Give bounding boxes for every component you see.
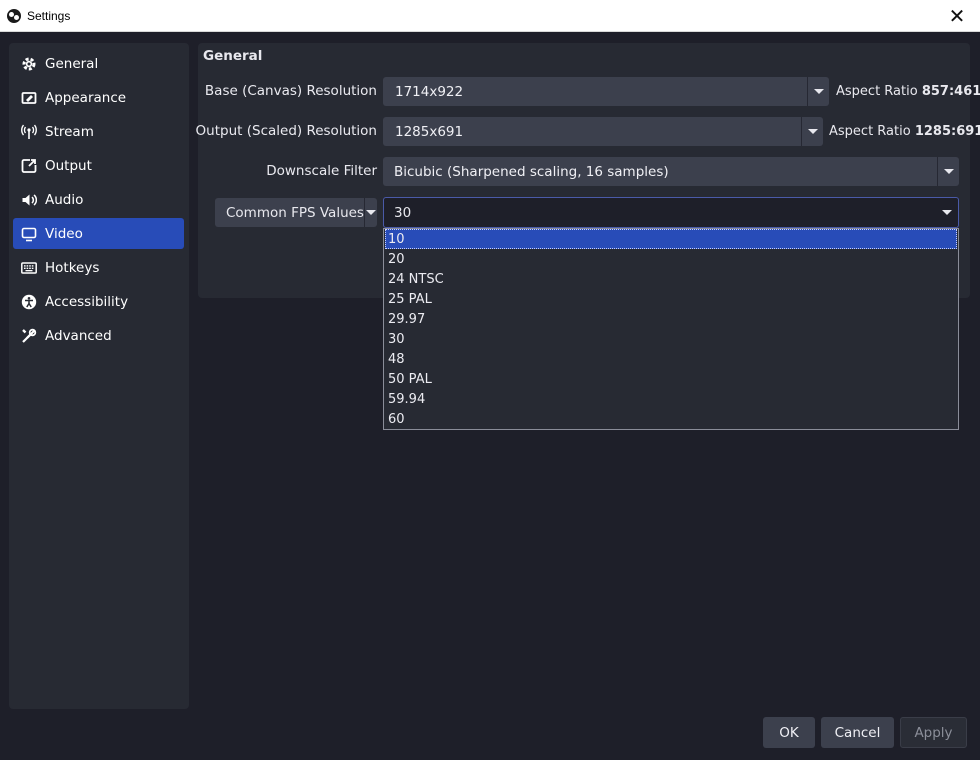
fps-dropdown-list: 10 20 24 NTSC 25 PAL 29.97 30 48 50 PAL … [383, 228, 959, 430]
chevron-down-icon[interactable] [363, 198, 377, 227]
sidebar-item-output[interactable]: Output [13, 150, 184, 181]
fps-option[interactable]: 10 [385, 229, 957, 249]
video-icon [21, 226, 37, 242]
window-title: Settings [27, 8, 71, 23]
base-resolution-combo[interactable]: 1714x922 [383, 77, 829, 106]
base-resolution-label: Base (Canvas) Resolution [204, 83, 377, 99]
chevron-down-icon[interactable] [807, 77, 829, 106]
sidebar-item-audio[interactable]: Audio [13, 184, 184, 215]
aspect-ratio-value: 857:461 [921, 84, 980, 99]
sidebar-item-label: Audio [45, 191, 84, 208]
keyboard-icon [21, 260, 37, 276]
downscale-filter-combo[interactable]: Bicubic (Sharpened scaling, 16 samples) [383, 157, 959, 186]
sidebar-item-label: General [45, 55, 99, 72]
fps-option[interactable]: 59.94 [385, 389, 957, 409]
audio-icon [21, 192, 37, 208]
sidebar-item-general[interactable]: General [13, 48, 184, 79]
sidebar-item-accessibility[interactable]: Accessibility [13, 286, 184, 317]
sidebar-item-stream[interactable]: Stream [13, 116, 184, 147]
fps-option[interactable]: 48 [385, 349, 957, 369]
accessibility-icon [21, 294, 37, 310]
fps-type-value: Common FPS Values [226, 204, 364, 221]
sidebar-item-label: Hotkeys [45, 259, 100, 276]
base-resolution-value: 1714x922 [395, 83, 464, 100]
fps-option[interactable]: 50 PAL [385, 369, 957, 389]
obs-logo-icon [7, 8, 21, 23]
tools-icon [21, 328, 37, 344]
gear-icon [21, 56, 37, 72]
fps-value: 30 [394, 204, 412, 221]
sidebar-item-video[interactable]: Video [13, 218, 184, 249]
sidebar-item-appearance[interactable]: Appearance [13, 82, 184, 113]
aspect-ratio-label: Aspect Ratio [836, 84, 918, 99]
stream-icon [21, 124, 37, 140]
sidebar-item-label: Output [45, 157, 92, 174]
sidebar-item-advanced[interactable]: Advanced [13, 320, 184, 351]
cancel-button[interactable]: Cancel [821, 717, 894, 748]
output-aspect-ratio: Aspect Ratio 1285:691 [829, 124, 980, 139]
output-resolution-combo[interactable]: 1285x691 [383, 117, 823, 146]
ok-button[interactable]: OK [763, 717, 815, 748]
chevron-down-icon[interactable] [937, 157, 959, 186]
fps-option[interactable]: 29.97 [385, 309, 957, 329]
output-icon [21, 158, 37, 174]
fps-option[interactable]: 20 [385, 249, 957, 269]
aspect-ratio-label: Aspect Ratio [829, 124, 911, 139]
sidebar-item-label: Accessibility [45, 293, 129, 310]
apply-button[interactable]: Apply [900, 717, 967, 748]
sidebar-item-label: Video [45, 225, 83, 242]
downscale-filter-value: Bicubic (Sharpened scaling, 16 samples) [394, 163, 669, 180]
chevron-down-icon[interactable] [801, 117, 823, 146]
sidebar-item-label: Appearance [45, 89, 127, 106]
base-aspect-ratio: Aspect Ratio 857:461 [836, 84, 980, 99]
fps-option[interactable]: 25 PAL [385, 289, 957, 309]
sidebar-item-label: Advanced [45, 327, 112, 344]
title-bar: Settings ✕ [0, 0, 980, 32]
group-title: General [203, 48, 263, 64]
appearance-icon [21, 90, 37, 106]
output-resolution-label: Output (Scaled) Resolution [195, 123, 377, 139]
fps-option[interactable]: 30 [385, 329, 957, 349]
fps-type-select[interactable]: Common FPS Values [215, 198, 377, 227]
sidebar-item-hotkeys[interactable]: Hotkeys [13, 252, 184, 283]
sidebar-item-label: Stream [45, 123, 94, 140]
aspect-ratio-value: 1285:691 [914, 124, 980, 139]
chevron-down-icon[interactable] [936, 210, 958, 215]
fps-option[interactable]: 60 [385, 409, 957, 429]
output-resolution-value: 1285x691 [395, 123, 464, 140]
fps-option[interactable]: 24 NTSC [385, 269, 957, 289]
fps-value-combo[interactable]: 30 [383, 197, 959, 228]
downscale-filter-label: Downscale Filter [266, 163, 377, 179]
close-window-button[interactable]: ✕ [934, 0, 980, 32]
settings-sidebar: General Appearance Stream Output Audio V… [9, 43, 189, 709]
